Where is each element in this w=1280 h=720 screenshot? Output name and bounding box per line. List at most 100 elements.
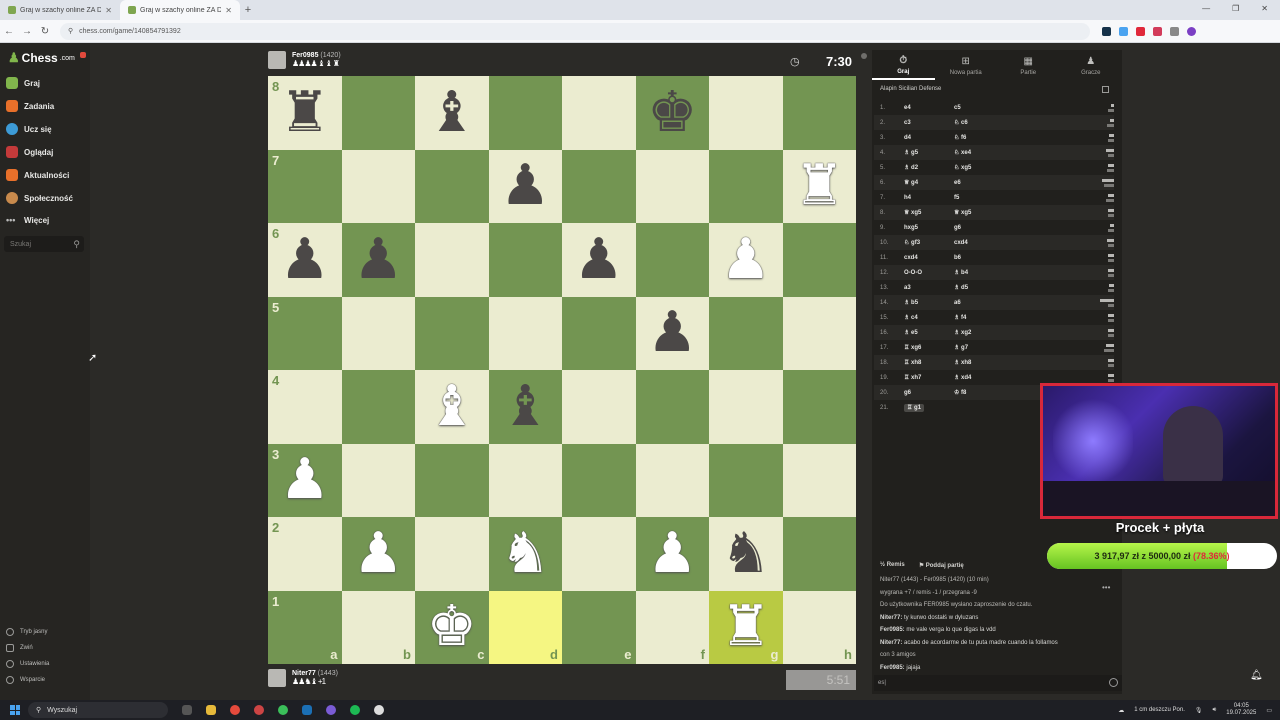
settings-link[interactable]: Ustawienia <box>6 660 49 668</box>
square-g4[interactable] <box>709 370 783 444</box>
opening-name[interactable]: Alapin Sicilian Defense <box>880 86 941 92</box>
square-b5[interactable] <box>341 296 415 370</box>
back-icon[interactable]: ← <box>0 26 18 37</box>
minimize-icon[interactable]: — <box>1202 4 1210 13</box>
white-move[interactable]: ♗ g5 <box>904 149 954 156</box>
square-c4[interactable]: ♝ <box>415 370 489 444</box>
square-e6[interactable]: ♟ <box>562 223 636 297</box>
black-bishop-icon[interactable]: ♝ <box>500 378 550 435</box>
square-c2[interactable] <box>415 517 489 591</box>
white-move[interactable]: hxg5 <box>904 225 954 231</box>
site-info-icon[interactable]: ⚲ <box>68 27 73 35</box>
square-b1[interactable]: b <box>341 590 415 664</box>
white-move[interactable]: cxd4 <box>904 255 954 261</box>
square-g6[interactable]: ♟ <box>709 223 783 297</box>
chess-logo[interactable]: ♟ Chess .com <box>8 50 75 66</box>
square-e7[interactable] <box>562 149 636 223</box>
player-name[interactable]: Fer0985 (1420) <box>292 52 341 59</box>
sidebar-item-learn[interactable]: Ucz się <box>6 123 52 135</box>
black-move[interactable]: ♗ xg2 <box>954 329 1014 336</box>
square-b2[interactable]: ♟ <box>341 517 415 591</box>
square-d8[interactable] <box>488 76 562 150</box>
square-h4[interactable] <box>782 370 856 444</box>
black-move[interactable]: ♗ f4 <box>954 314 1014 321</box>
square-f7[interactable] <box>635 149 709 223</box>
black-move[interactable]: cxd4 <box>954 240 1014 246</box>
chat-username[interactable]: Fer0985: <box>880 627 905 633</box>
square-c7[interactable] <box>415 149 489 223</box>
black-knight-icon[interactable]: ♞ <box>721 525 771 582</box>
square-f2[interactable]: ♟ <box>635 517 709 591</box>
square-h2[interactable] <box>782 517 856 591</box>
square-e5[interactable] <box>562 296 636 370</box>
chess-board[interactable]: 8 ♜ ♝ ♚ 7 ♟ ♜ 6 ♟ ♟ ♟ ♟ 5 ♟ 4 ♝ ♝ 3 ♟ 2 ♟ ♞ ♟ ♞ 1 a b c ♚ d e f g ♜ h <box>268 76 856 664</box>
sidebar-item-puzzles[interactable]: Zadania <box>6 100 54 112</box>
black-rook-icon[interactable]: ♜ <box>280 84 330 141</box>
white-pawn-icon[interactable]: ♟ <box>280 452 330 508</box>
square-d6[interactable] <box>488 223 562 297</box>
black-move[interactable]: ♘ xg5 <box>954 164 1014 171</box>
url-field[interactable]: ⚲ chess.com/game/140854791392 <box>60 22 1090 40</box>
black-move[interactable]: ♕ xg5 <box>954 209 1014 216</box>
file-explorer-icon[interactable] <box>206 705 216 715</box>
black-move[interactable]: ♗ xd4 <box>954 374 1014 381</box>
white-bishop-icon[interactable]: ♝ <box>427 378 477 435</box>
square-f4[interactable] <box>635 370 709 444</box>
square-b3[interactable] <box>341 443 415 517</box>
white-move[interactable]: ♗ d2 <box>904 164 954 171</box>
square-d3[interactable] <box>488 443 562 517</box>
resign-button[interactable]: ⚑ Poddaj partię <box>919 562 964 569</box>
white-pawn-icon[interactable]: ♟ <box>647 525 697 582</box>
sidebar-item-news[interactable]: Aktualności <box>6 169 69 181</box>
square-h3[interactable] <box>782 443 856 517</box>
square-c6[interactable] <box>415 223 489 297</box>
square-g5[interactable] <box>709 296 783 370</box>
white-move[interactable]: ♖ xg6 <box>904 344 954 351</box>
square-b8[interactable] <box>341 76 415 150</box>
bell-icon[interactable]: 🔔︎ <box>1250 670 1263 681</box>
notification-badge[interactable] <box>80 52 86 58</box>
square-c1[interactable]: c ♚ <box>415 590 489 664</box>
white-move[interactable]: e4 <box>904 105 954 111</box>
square-c5[interactable] <box>415 296 489 370</box>
app-icon[interactable] <box>254 705 264 715</box>
weather-text[interactable]: 1 cm deszczu Pon. <box>1134 707 1185 713</box>
square-h6[interactable] <box>782 223 856 297</box>
black-move[interactable]: ♘ xe4 <box>954 149 1014 156</box>
white-knight-icon[interactable]: ♞ <box>500 525 550 582</box>
close-tab-icon[interactable]: ✕ <box>105 6 112 15</box>
white-move[interactable]: d4 <box>904 135 954 141</box>
square-e3[interactable] <box>562 443 636 517</box>
windows-start-icon[interactable] <box>10 705 20 715</box>
obs-icon[interactable] <box>374 705 384 715</box>
tab-games[interactable]: ▦ Partie <box>997 52 1060 80</box>
square-a7[interactable]: 7 <box>268 149 342 223</box>
black-bishop-icon[interactable]: ♝ <box>427 84 477 141</box>
black-move[interactable]: a6 <box>954 300 1014 306</box>
draw-button[interactable]: ½ Remis <box>880 562 905 569</box>
new-tab-icon[interactable]: + <box>240 4 256 16</box>
square-a1[interactable]: 1a <box>268 590 342 664</box>
white-move[interactable]: ♕ g4 <box>904 179 954 186</box>
square-d4[interactable]: ♝ <box>488 370 562 444</box>
sidebar-search-input[interactable]: Szukaj ⚲ <box>4 236 84 252</box>
white-move[interactable]: h4 <box>904 195 954 201</box>
browser-tab-1[interactable]: Graj w szachy online ZA DARMO ✕ <box>0 0 120 20</box>
square-b7[interactable] <box>341 149 415 223</box>
square-g1[interactable]: g ♜ <box>709 590 783 664</box>
black-move[interactable]: ♘ f6 <box>954 134 1014 141</box>
black-move[interactable]: c5 <box>954 105 1014 111</box>
white-move[interactable]: ♖ g1 <box>904 404 954 412</box>
black-pawn-icon[interactable]: ♟ <box>500 158 550 214</box>
square-b4[interactable] <box>341 370 415 444</box>
white-move[interactable]: ♗ b5 <box>904 299 954 306</box>
avatar[interactable] <box>268 51 286 69</box>
chat-username[interactable]: Niter77: <box>880 615 902 621</box>
black-move[interactable]: f5 <box>954 195 1014 201</box>
chat-username[interactable]: Niter77: <box>880 640 902 646</box>
square-f6[interactable] <box>635 223 709 297</box>
square-e2[interactable] <box>562 517 636 591</box>
square-d1[interactable]: d <box>488 590 562 664</box>
black-move[interactable]: ♘ c6 <box>954 119 1014 126</box>
square-a6[interactable]: 6 ♟ <box>268 223 342 297</box>
